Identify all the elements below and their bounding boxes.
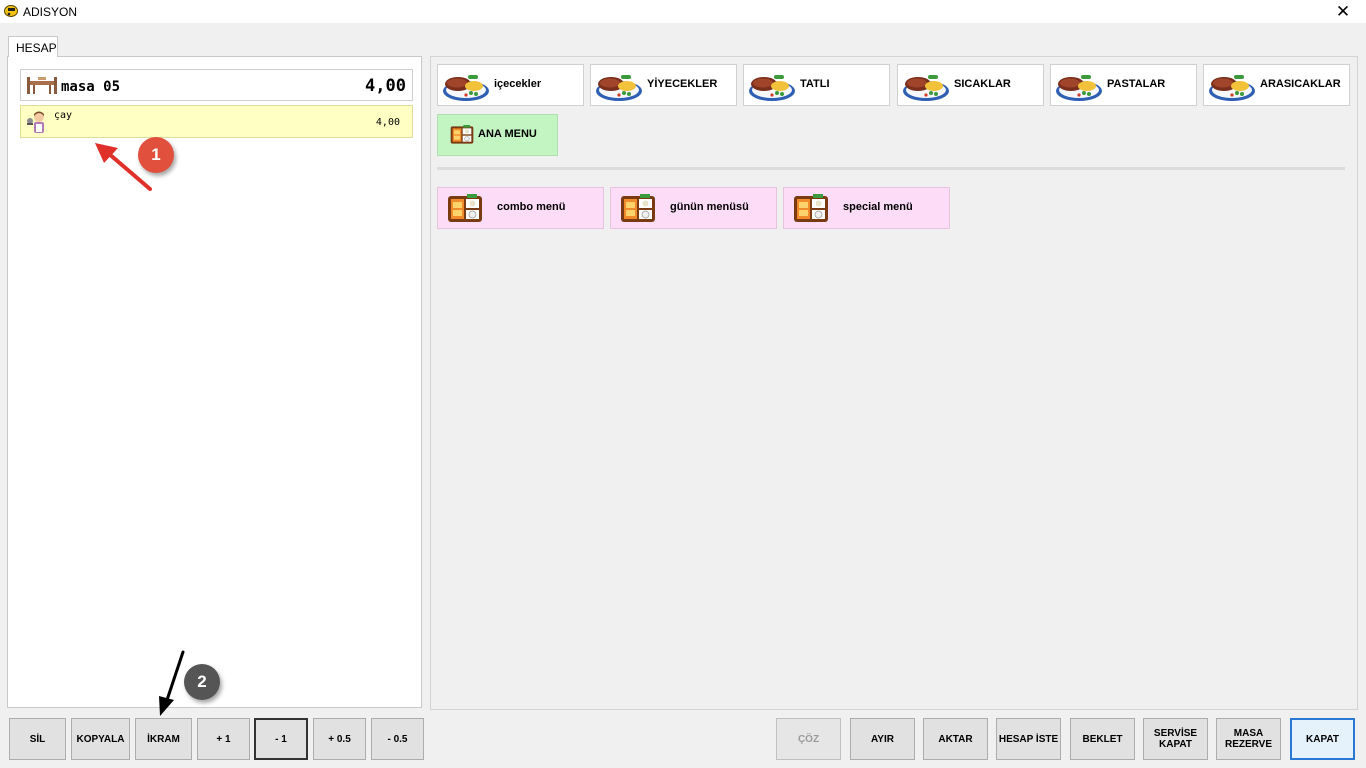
category-label: SICAKLAR (954, 78, 1011, 90)
app-icon (4, 5, 18, 17)
category-button-yiyecekler[interactable]: YİYECEKLER (590, 64, 737, 106)
ana-menu-label: ANA MENU (478, 128, 537, 140)
plus-half-button[interactable]: + 0.5 (313, 718, 366, 760)
category-label: YİYECEKLER (647, 78, 718, 90)
minus-one-button[interactable]: - 1 (254, 718, 308, 760)
servise-kapat-button[interactable]: SERVİSE KAPAT (1143, 718, 1208, 760)
divider (437, 167, 1345, 170)
annotation-marker-2: 2 (184, 664, 220, 700)
waiter-icon (27, 111, 44, 133)
masa-rezerve-button[interactable]: MASA REZERVE (1216, 718, 1281, 760)
plate-icon (1207, 69, 1257, 103)
plate-icon (441, 69, 491, 103)
bento-icon (793, 193, 829, 225)
sil-button[interactable]: SİL (9, 718, 66, 760)
minus-half-button[interactable]: - 0.5 (371, 718, 424, 760)
menu-button-special[interactable]: special menü (783, 187, 950, 229)
hesap-iste-button[interactable]: HESAP İSTE (996, 718, 1061, 760)
item-price: 4,00 (375, 117, 400, 128)
plate-icon (901, 69, 951, 103)
menu-button-gunun-menusu[interactable]: günün menüsü (610, 187, 777, 229)
kopyala-button[interactable]: KOPYALA (71, 718, 130, 760)
category-button-sicaklar[interactable]: SICAKLAR (897, 64, 1044, 106)
menu-panel: içecekler YİYECEKLER TATLI SICAKLAR PAST… (430, 56, 1358, 710)
bento-icon (450, 124, 474, 146)
kapat-button[interactable]: KAPAT (1290, 718, 1355, 760)
table-icon (27, 77, 57, 94)
table-name: masa 05 (61, 79, 121, 95)
category-label: ARASICAKLAR (1260, 78, 1341, 90)
category-button-pastalar[interactable]: PASTALAR (1050, 64, 1197, 106)
bento-icon (447, 193, 483, 225)
category-label: TATLI (800, 78, 830, 90)
category-label: PASTALAR (1107, 78, 1166, 90)
category-button-arasicaklar[interactable]: ARASICAKLAR (1203, 64, 1350, 106)
category-label: içecekler (494, 78, 542, 90)
category-button-icecekler[interactable]: içecekler (437, 64, 584, 106)
close-icon[interactable]: ✕ (1320, 0, 1366, 23)
order-item[interactable]: çay 4,00 (20, 105, 413, 138)
ana-menu-button[interactable]: ANA MENU (437, 114, 558, 156)
menu-button-combo[interactable]: combo menü (437, 187, 604, 229)
window-title: ADISYON (23, 5, 78, 19)
plate-icon (747, 69, 797, 103)
ayir-button[interactable]: AYIR (850, 718, 915, 760)
annotation-marker-1: 1 (138, 137, 174, 173)
menu-label: combo menü (497, 201, 566, 213)
aktar-button[interactable]: AKTAR (923, 718, 988, 760)
category-button-tatli[interactable]: TATLI (743, 64, 890, 106)
ikram-button[interactable]: İKRAM (135, 718, 192, 760)
table-header[interactable]: masa 05 4,00 (20, 69, 413, 101)
menu-label: günün menüsü (670, 201, 749, 213)
table-total: 4,00 (365, 76, 406, 96)
bento-icon (620, 193, 656, 225)
item-name: çay (54, 110, 73, 121)
beklet-button[interactable]: BEKLET (1070, 718, 1135, 760)
plate-icon (594, 69, 644, 103)
bill-panel: masa 05 4,00 çay 4,00 (7, 56, 422, 708)
title-bar: ADISYON ✕ (0, 0, 1366, 23)
tab-hesap[interactable]: HESAP (8, 36, 58, 57)
coz-button[interactable]: ÇÖZ (776, 718, 841, 760)
menu-label: special menü (843, 201, 913, 213)
plus-one-button[interactable]: + 1 (197, 718, 250, 760)
plate-icon (1054, 69, 1104, 103)
